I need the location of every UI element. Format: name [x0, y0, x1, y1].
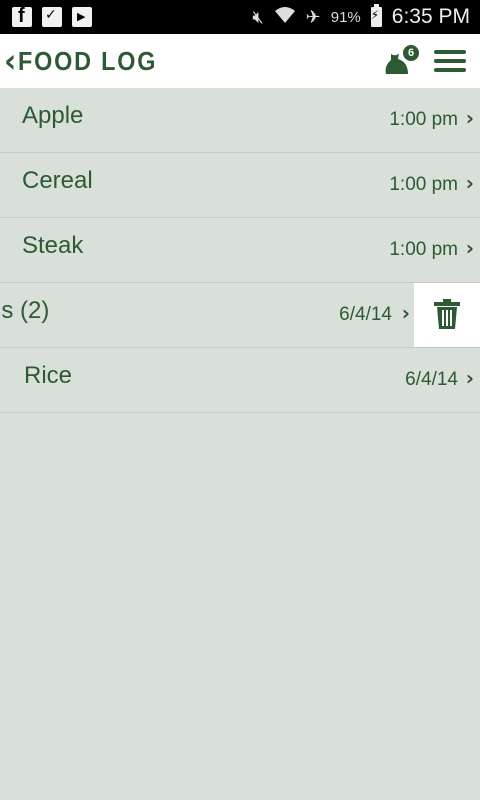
page-title: FOOD LOG — [18, 45, 158, 76]
food-log-list: Apple 1:00 pm › Cereal 1:00 pm › Steak 1… — [0, 88, 480, 413]
food-bag-button[interactable]: 6 — [378, 44, 422, 80]
chevron-right-icon: › — [465, 366, 474, 390]
food-date: 6/4/14 — [339, 304, 392, 325]
menu-button[interactable] — [432, 50, 468, 74]
food-time: 1:00 pm — [389, 239, 458, 260]
food-name: Rice — [24, 362, 73, 389]
food-name: Apple — [22, 102, 84, 129]
app-header: ‹ FOOD LOG 6 — [0, 34, 480, 88]
task-check-icon — [42, 7, 62, 27]
food-name: gs (2) — [0, 297, 50, 324]
chevron-right-icon: › — [465, 171, 474, 195]
list-item[interactable]: Steak 1:00 pm › — [0, 218, 480, 283]
back-button[interactable]: ‹ FOOD LOG — [4, 41, 173, 81]
status-bar: 🔇︎ ✈ 91% 6:35 PM — [0, 0, 480, 34]
food-name: Steak — [22, 232, 84, 259]
list-item[interactable]: Apple 1:00 pm › — [0, 88, 480, 153]
food-name: Cereal — [22, 167, 93, 194]
facebook-icon — [12, 5, 32, 28]
airplane-mode-icon: ✈ — [305, 6, 321, 28]
battery-percent: 91% — [330, 8, 361, 26]
food-time: 1:00 pm — [389, 109, 458, 130]
delete-button[interactable] — [414, 283, 480, 347]
wifi-icon — [274, 6, 296, 29]
list-item[interactable]: Rice 6/4/14 › — [0, 348, 480, 413]
hamburger-icon — [434, 50, 466, 54]
mute-icon: 🔇︎ — [252, 6, 264, 28]
notification-icons — [12, 5, 92, 28]
food-time: 1:00 pm — [389, 174, 458, 195]
clock: 6:35 PM — [391, 5, 470, 28]
chevron-left-icon: ‹ — [4, 41, 17, 81]
chevron-right-icon: › — [465, 236, 474, 260]
chevron-right-icon: › — [465, 106, 474, 130]
trash-icon — [434, 299, 460, 329]
list-item[interactable]: Cereal 1:00 pm › — [0, 153, 480, 218]
battery-icon — [370, 4, 382, 27]
list-item-swiped[interactable]: gs (2) 6/4/14 › — [0, 283, 480, 348]
notification-badge: 6 — [402, 44, 420, 62]
food-date: 6/4/14 — [405, 369, 458, 390]
chevron-right-icon: › — [401, 301, 410, 325]
play-store-icon — [72, 7, 92, 27]
